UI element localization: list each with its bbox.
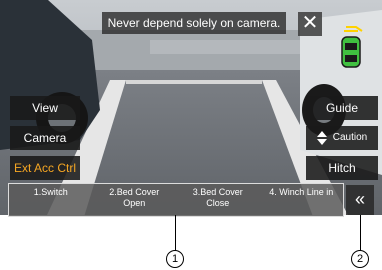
- aux-switch-1-button[interactable]: 1.Switch: [9, 184, 93, 216]
- camera-warning-banner: Never depend solely on camera.: [102, 12, 286, 34]
- aux-label: 3.Bed Cover: [192, 187, 243, 197]
- aux-label-line2: Close: [206, 198, 230, 208]
- guide-label: Guide: [325, 101, 359, 115]
- view-button[interactable]: View: [10, 96, 80, 120]
- aux-label-line2: Open: [123, 198, 146, 208]
- caution-button[interactable]: Caution: [306, 126, 378, 150]
- callout-number-1: 1: [166, 250, 184, 268]
- aux-winch-line-in-button[interactable]: 4. Winch Line in: [260, 184, 344, 216]
- aux-label: 1.Switch: [33, 187, 68, 197]
- callout-number-2: 2: [351, 250, 369, 268]
- up-down-arrow-icon: [316, 131, 327, 145]
- double-chevron-left-icon: «: [354, 189, 365, 209]
- aux-bed-cover-open-button[interactable]: 2.Bed Cover Open: [93, 184, 177, 216]
- camera-button[interactable]: Camera: [10, 126, 80, 150]
- guide-button[interactable]: Guide: [306, 96, 378, 120]
- caution-label: Caution: [332, 132, 368, 143]
- ext-acc-ctrl-button[interactable]: Ext Acc Ctrl: [10, 156, 80, 180]
- camera-label: Camera: [23, 131, 67, 145]
- ext-acc-ctrl-label: Ext Acc Ctrl: [13, 161, 76, 175]
- ext-acc-control-bar: 1.Switch 2.Bed Cover Open 3.Bed Cover Cl…: [8, 183, 344, 217]
- collapse-button[interactable]: «: [346, 185, 374, 215]
- callout-1-text: 1: [171, 253, 179, 265]
- hitch-button[interactable]: Hitch: [306, 156, 378, 180]
- aux-bed-cover-close-button[interactable]: 3.Bed Cover Close: [176, 184, 260, 216]
- camera-view: Never depend solely on camera. ✕ View Ca…: [0, 0, 382, 230]
- hitch-label: Hitch: [328, 161, 356, 175]
- close-button[interactable]: ✕: [298, 12, 322, 36]
- callout-line-1: [175, 215, 176, 251]
- callout-line-2: [360, 215, 361, 251]
- callout-2-text: 2: [356, 253, 364, 265]
- warning-text: Never depend solely on camera.: [107, 16, 281, 30]
- aux-label: 2.Bed Cover: [109, 187, 160, 197]
- view-label: View: [32, 101, 58, 115]
- close-icon: ✕: [301, 12, 319, 34]
- parking-sensor-icon: [341, 26, 363, 68]
- aux-label: 4. Winch Line in: [269, 187, 334, 197]
